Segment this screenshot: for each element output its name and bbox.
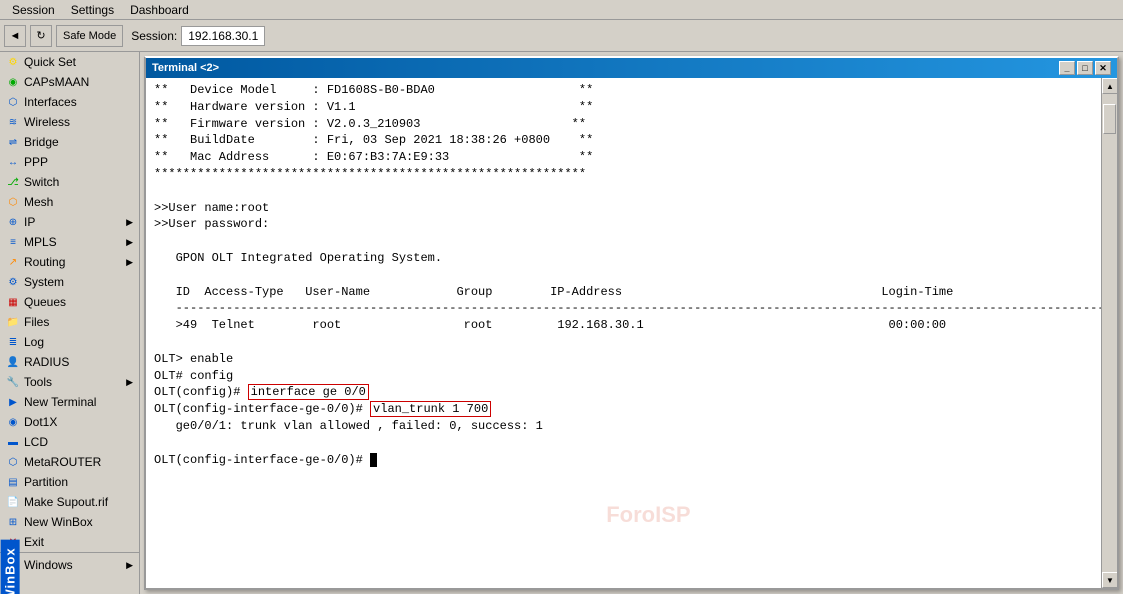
sidebar-item-capsman[interactable]: ◉CAPsMAAN	[0, 72, 139, 92]
mpls-arrow: ▶	[126, 237, 133, 248]
sidebar-label-make-supout: Make Supout.rif	[24, 495, 108, 509]
sidebar-item-mpls[interactable]: ≡MPLS▶	[0, 232, 139, 252]
toolbar: ◄ ↻ Safe Mode Session: 192.168.30.1	[0, 20, 1123, 52]
scrollbar-track[interactable]	[1102, 94, 1117, 572]
sidebar-item-partition[interactable]: ▤Partition	[0, 472, 139, 492]
sidebar-item-ip[interactable]: ⊕IP▶	[0, 212, 139, 232]
sidebar-label-ppp: PPP	[24, 155, 48, 169]
sidebar-label-interfaces: Interfaces	[24, 95, 77, 109]
refresh-button[interactable]: ↻	[30, 25, 52, 47]
windows-arrow: ▶	[126, 560, 133, 571]
sidebar: ⚙Quick Set◉CAPsMAAN⬡Interfaces≋Wireless⇌…	[0, 52, 140, 594]
terminal-minimize-btn[interactable]: _	[1059, 61, 1075, 75]
sidebar-label-ip: IP	[24, 215, 35, 229]
sidebar-label-system: System	[24, 275, 64, 289]
ip-arrow: ▶	[126, 217, 133, 228]
routing-arrow: ▶	[126, 257, 133, 268]
sidebar-item-tools[interactable]: 🔧Tools▶	[0, 372, 139, 392]
sidebar-label-queues: Queues	[24, 295, 66, 309]
tools-arrow: ▶	[126, 377, 133, 388]
terminal-scrollbar[interactable]: ▲ ▼	[1101, 78, 1117, 588]
sidebar-item-make-supout[interactable]: 📄Make Supout.rif	[0, 492, 139, 512]
terminal-titlebar-controls: _ □ ✕	[1059, 61, 1111, 75]
sidebar-label-partition: Partition	[24, 475, 68, 489]
menu-session[interactable]: Session	[4, 1, 63, 19]
sidebar-item-system[interactable]: ⚙System	[0, 272, 139, 292]
sidebar-item-files[interactable]: 📁Files	[0, 312, 139, 332]
sidebar-item-interfaces[interactable]: ⬡Interfaces	[0, 92, 139, 112]
sidebar-item-exit[interactable]: ✕Exit	[0, 532, 139, 552]
scroll-up-btn[interactable]: ▲	[1102, 78, 1117, 94]
winbox-branding: WinBox	[0, 52, 20, 594]
sidebar-item-new-terminal[interactable]: ▶New Terminal	[0, 392, 139, 412]
sidebar-item-bridge[interactable]: ⇌Bridge	[0, 132, 139, 152]
terminal-content-wrapper: ** Device Model : FD1608S-B0-BDA0 ** ** …	[146, 78, 1117, 588]
main-container: ⚙Quick Set◉CAPsMAAN⬡Interfaces≋Wireless⇌…	[0, 52, 1123, 594]
sidebar-item-quick-set[interactable]: ⚙Quick Set	[0, 52, 139, 72]
terminal-titlebar: Terminal <2> _ □ ✕	[146, 58, 1117, 78]
terminal-title: Terminal <2>	[152, 62, 219, 74]
sidebar-item-dot1x[interactable]: ◉Dot1X	[0, 412, 139, 432]
sidebar-label-metarouter: MetaROUTER	[24, 455, 101, 469]
sidebar-label-bridge: Bridge	[24, 135, 59, 149]
terminal-maximize-btn[interactable]: □	[1077, 61, 1093, 75]
sidebar-label-dot1x: Dot1X	[24, 415, 57, 429]
back-button[interactable]: ◄	[4, 25, 26, 47]
windows-section: ⊞ Windows ▶	[0, 552, 139, 575]
sidebar-label-radius: RADIUS	[24, 355, 69, 369]
session-label: Session:	[131, 29, 177, 43]
sidebar-item-queues[interactable]: ▦Queues	[0, 292, 139, 312]
terminal-close-btn[interactable]: ✕	[1095, 61, 1111, 75]
sidebar-label-mesh: Mesh	[24, 195, 53, 209]
sidebar-item-log[interactable]: ≣Log	[0, 332, 139, 352]
sidebar-label-capsman: CAPsMAAN	[24, 75, 89, 89]
sidebar-label-files: Files	[24, 315, 49, 329]
session-ip: 192.168.30.1	[181, 26, 265, 46]
scroll-down-btn[interactable]: ▼	[1102, 572, 1117, 588]
sidebar-item-radius[interactable]: 👤RADIUS	[0, 352, 139, 372]
terminal-window: Terminal <2> _ □ ✕ ** Device Model : FD1…	[144, 56, 1119, 590]
sidebar-item-routing[interactable]: ↗Routing▶	[0, 252, 139, 272]
sidebar-item-lcd[interactable]: ▬LCD	[0, 432, 139, 452]
sidebar-label-log: Log	[24, 335, 44, 349]
sidebar-label-routing: Routing	[24, 255, 65, 269]
sidebar-label-switch: Switch	[24, 175, 59, 189]
sidebar-item-metarouter[interactable]: ⬡MetaROUTER	[0, 452, 139, 472]
sidebar-item-wireless[interactable]: ≋Wireless	[0, 112, 139, 132]
sidebar-windows-label: Windows	[24, 558, 73, 572]
sidebar-item-new-winbox[interactable]: ⊞New WinBox	[0, 512, 139, 532]
sidebar-label-quick-set: Quick Set	[24, 55, 76, 69]
sidebar-label-new-terminal: New Terminal	[24, 395, 96, 409]
sidebar-label-wireless: Wireless	[24, 115, 70, 129]
sidebar-label-new-winbox: New WinBox	[24, 515, 93, 529]
sidebar-label-exit: Exit	[24, 535, 44, 549]
sidebar-label-mpls: MPLS	[24, 235, 57, 249]
sidebar-item-ppp[interactable]: ↔PPP	[0, 152, 139, 172]
safe-mode-button[interactable]: Safe Mode	[56, 25, 123, 47]
menu-bar: Session Settings Dashboard	[0, 0, 1123, 20]
menu-settings[interactable]: Settings	[63, 1, 122, 19]
sidebar-item-windows[interactable]: ⊞ Windows ▶	[0, 555, 139, 575]
sidebar-item-mesh[interactable]: ⬡Mesh	[0, 192, 139, 212]
content-area: Terminal <2> _ □ ✕ ** Device Model : FD1…	[140, 52, 1123, 594]
menu-dashboard[interactable]: Dashboard	[122, 1, 197, 19]
winbox-rotated-label: WinBox	[1, 539, 20, 594]
scrollbar-thumb[interactable]	[1103, 104, 1116, 134]
sidebar-label-tools: Tools	[24, 375, 52, 389]
sidebar-label-lcd: LCD	[24, 435, 48, 449]
sidebar-item-switch[interactable]: ⎇Switch	[0, 172, 139, 192]
terminal-body[interactable]: ** Device Model : FD1608S-B0-BDA0 ** ** …	[146, 78, 1101, 588]
